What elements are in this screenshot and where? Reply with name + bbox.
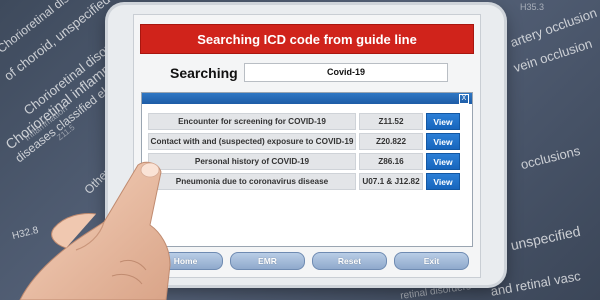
result-description: Contact with and (suspected) exposure to… xyxy=(148,133,356,150)
app-screen: Searching ICD code from guide line Searc… xyxy=(133,14,481,278)
exit-button[interactable]: Exit xyxy=(394,252,469,270)
bottom-nav: Home EMR Reset Exit xyxy=(148,252,469,270)
background-text-line: H35.3 xyxy=(520,2,545,12)
background-text-line: unspecified xyxy=(509,222,582,254)
result-code: Z11.52 xyxy=(359,113,423,130)
result-row: Contact with and (suspected) exposure to… xyxy=(148,133,460,150)
emr-button[interactable]: EMR xyxy=(230,252,305,270)
result-description: Personal history of COVID-19 xyxy=(148,153,356,170)
result-description: Pneumonia due to coronavirus disease xyxy=(148,173,356,190)
result-code: U07.1 & J12.82 xyxy=(359,173,423,190)
reset-button[interactable]: Reset xyxy=(312,252,387,270)
view-button[interactable]: View xyxy=(426,133,460,150)
home-button[interactable]: Home xyxy=(148,252,223,270)
result-description: Encounter for screening for COVID-19 xyxy=(148,113,356,130)
results-panel: X Encounter for screening for COVID-19 Z… xyxy=(141,92,473,247)
result-row: Pneumonia due to coronavirus disease U07… xyxy=(148,173,460,190)
results-panel-header: X xyxy=(142,93,472,104)
result-row: Encounter for screening for COVID-19 Z11… xyxy=(148,113,460,130)
background-text-line: occlusions xyxy=(519,142,582,173)
app-title: Searching ICD code from guide line xyxy=(140,24,474,54)
view-button[interactable]: View xyxy=(426,173,460,190)
view-button[interactable]: View xyxy=(426,153,460,170)
view-button[interactable]: View xyxy=(426,113,460,130)
search-input[interactable]: Covid-19 xyxy=(244,63,448,82)
background-text-line: H32.8 xyxy=(11,224,40,243)
close-icon[interactable]: X xyxy=(459,94,469,104)
result-code: Z20.822 xyxy=(359,133,423,150)
search-label: Searching xyxy=(170,65,238,81)
result-row: Personal history of COVID-19 Z86.16 View xyxy=(148,153,460,170)
result-code: Z86.16 xyxy=(359,153,423,170)
